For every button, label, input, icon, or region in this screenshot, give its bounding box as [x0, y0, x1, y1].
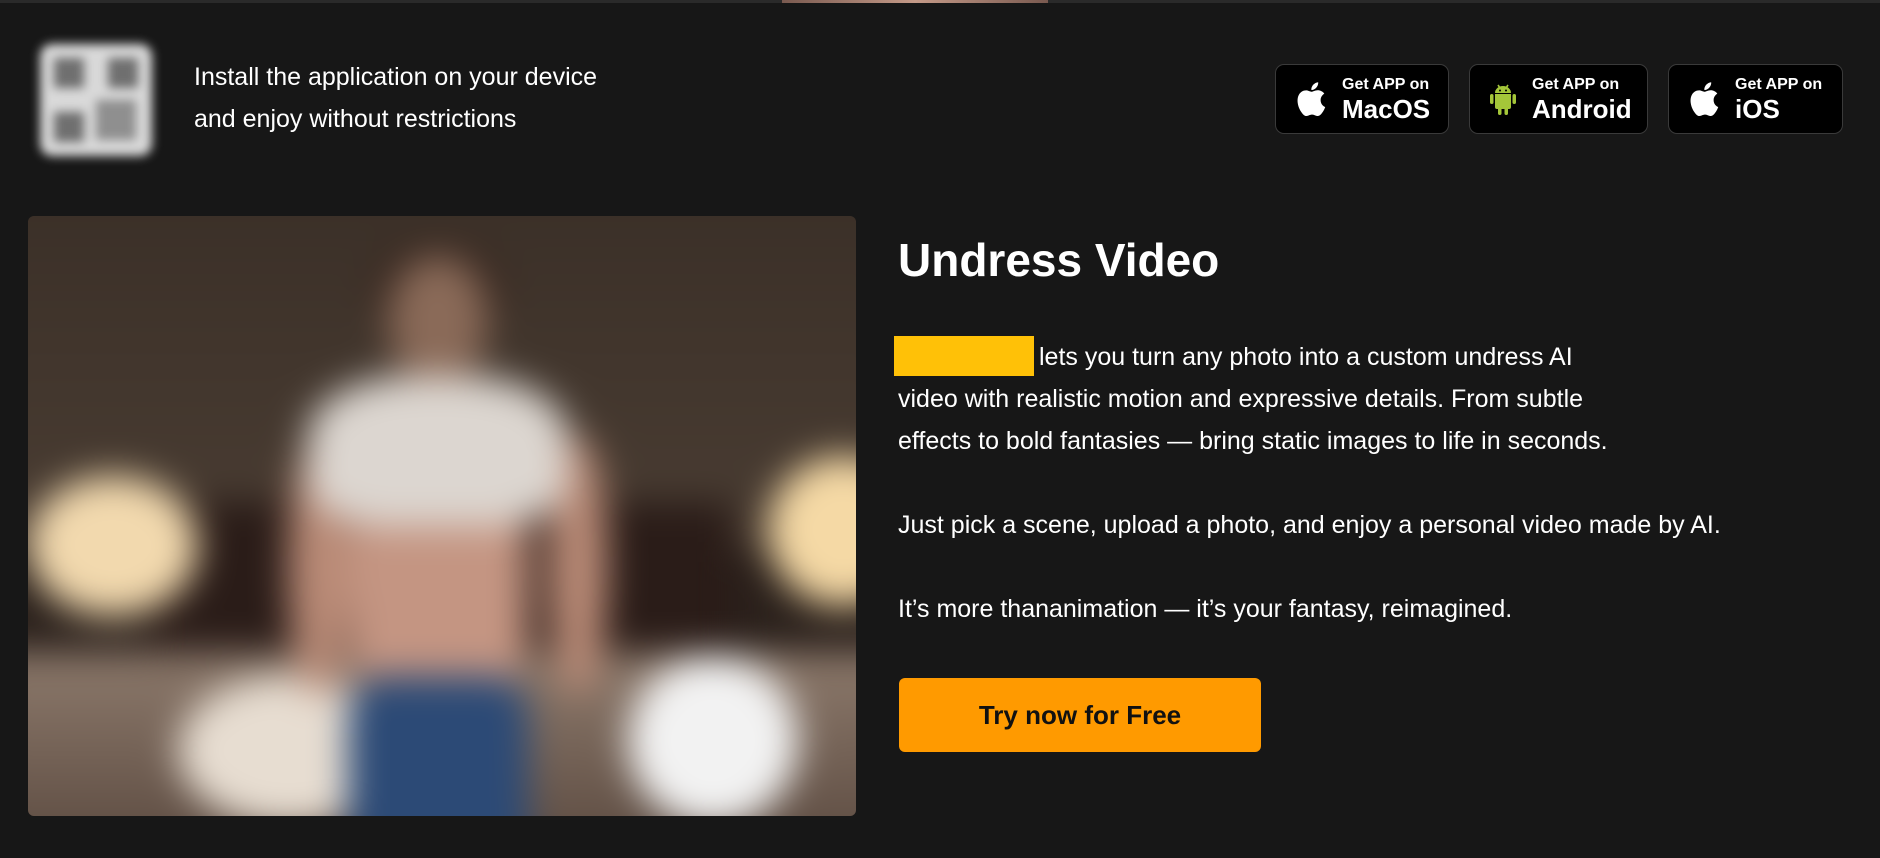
- description-line-3: effects to bold fantasies — bring static…: [898, 427, 1608, 455]
- install-line-1: Install the application on your device: [194, 63, 598, 91]
- preview-image-blurred: [28, 216, 856, 816]
- store-platform-label: MacOS: [1342, 93, 1431, 124]
- get-app-macos-button[interactable]: Get APP on MacOS: [1275, 64, 1449, 134]
- description-paragraph-3: It’s more thananimation — it’s your fant…: [898, 595, 1513, 623]
- qr-code-icon: [40, 44, 152, 156]
- description-line-1: lets you turn any photo into a custom un…: [1039, 343, 1573, 371]
- apple-icon: [1294, 80, 1328, 118]
- store-platform-label: Android: [1532, 93, 1632, 124]
- install-message: Install the application on your device a…: [194, 56, 654, 140]
- page: Install the application on your device a…: [0, 0, 1880, 858]
- store-small-label: Get APP on: [1532, 75, 1620, 93]
- get-app-android-button[interactable]: Get APP on Android: [1469, 64, 1648, 134]
- description-paragraph-2: Just pick a scene, upload a photo, and e…: [898, 511, 1721, 539]
- apple-icon: [1687, 80, 1721, 118]
- get-app-ios-button[interactable]: Get APP on iOS: [1668, 64, 1843, 134]
- previous-section-edge: [0, 0, 1880, 3]
- android-icon: [1488, 80, 1518, 118]
- page-title: Undress Video: [898, 234, 1220, 286]
- redacted-brand-name: [894, 336, 1034, 376]
- description-paragraph-1: lets you turn any photo into a custom un…: [894, 336, 1798, 462]
- store-small-label: Get APP on: [1342, 75, 1430, 93]
- store-platform-label: iOS: [1735, 93, 1780, 124]
- description-line-2: video with realistic motion and expressi…: [898, 385, 1584, 413]
- store-small-label: Get APP on: [1735, 75, 1823, 93]
- install-line-2: and enjoy without restrictions: [194, 105, 517, 133]
- store-buttons: Get APP on MacOS Get APP on Android Get …: [1275, 64, 1843, 134]
- previous-image-edge: [782, 0, 1048, 3]
- try-now-button[interactable]: Try now for Free: [899, 678, 1261, 752]
